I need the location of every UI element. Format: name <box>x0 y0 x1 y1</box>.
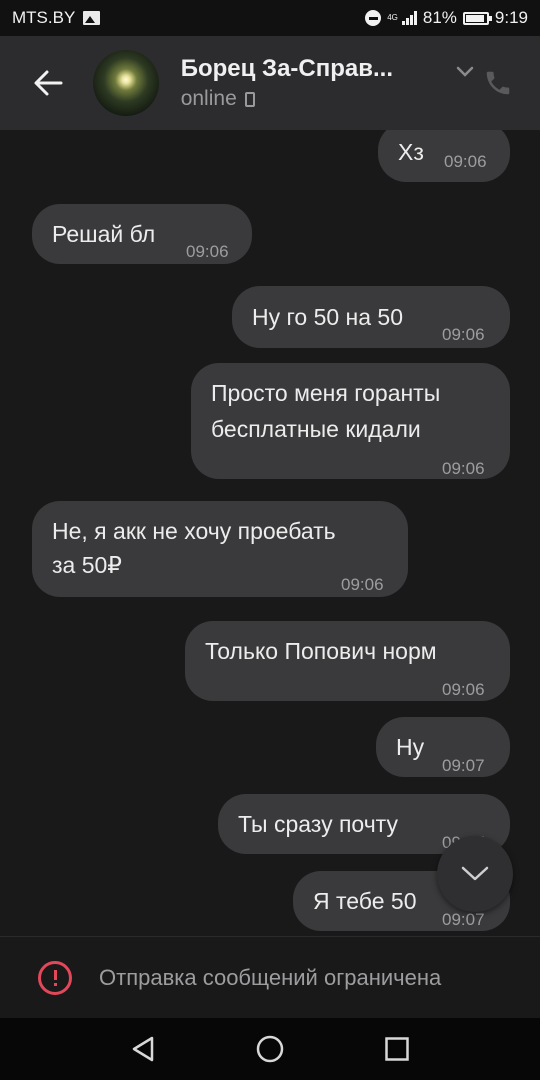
back-arrow-icon <box>34 70 63 96</box>
message-list[interactable]: Хз 09:06 Решай бл 09:06 Ну го 50 на 50 0… <box>0 130 540 936</box>
nav-back-button[interactable] <box>118 1024 168 1074</box>
message-incoming[interactable]: Не, я акк не хочу проебать за 50₽ 09:06 <box>32 501 408 597</box>
contact-name: Борец За-Справ... <box>180 55 394 82</box>
recents-square-icon <box>384 1037 409 1061</box>
messaging-restricted-banner: Отправка сообщений ограничена <box>0 936 540 1018</box>
online-status: online <box>180 87 237 110</box>
avatar[interactable] <box>93 50 159 116</box>
network-type: 4G <box>387 13 398 22</box>
restriction-text: Отправка сообщений ограничена <box>99 964 442 990</box>
message-outgoing[interactable]: Просто меня горанты бесплатные кидали 09… <box>191 363 510 479</box>
nav-home-button[interactable] <box>245 1024 295 1074</box>
chevron-down-icon[interactable] <box>451 52 481 92</box>
contact-info[interactable]: Борец За-Справ... online <box>181 55 449 111</box>
back-triangle-icon <box>133 1036 154 1062</box>
system-nav-bar <box>0 1018 540 1080</box>
warning-icon <box>38 960 72 995</box>
image-icon <box>83 11 101 25</box>
signal-icon <box>401 11 417 25</box>
home-circle-icon <box>256 1035 284 1063</box>
message-incoming[interactable]: Решай бл 09:06 <box>32 204 252 264</box>
call-button[interactable] <box>480 65 516 101</box>
message-outgoing[interactable]: Хз 09:06 <box>378 130 510 182</box>
nav-recents-button[interactable] <box>372 1024 422 1074</box>
message-outgoing[interactable]: Ну 09:07 <box>376 717 510 777</box>
status-bar: MTS.BY 4G 81% 9:19 <box>0 0 540 36</box>
message-outgoing[interactable]: Только Попович норм 09:06 <box>185 621 510 701</box>
carrier-label: MTS.BY <box>12 8 76 27</box>
scroll-to-bottom-button[interactable] <box>437 836 513 912</box>
battery-icon <box>462 11 492 25</box>
chat-header: Борец За-Справ... online <box>0 36 540 130</box>
mobile-device-icon <box>244 91 255 107</box>
back-button[interactable] <box>0 36 95 130</box>
battery-percent: 81% <box>422 8 457 27</box>
message-outgoing[interactable]: Ну го 50 на 50 09:06 <box>232 286 510 348</box>
chevron-down-icon <box>461 866 489 881</box>
clock: 9:19 <box>494 8 528 27</box>
do-not-disturb-icon <box>365 10 382 26</box>
phone-icon <box>486 71 510 95</box>
